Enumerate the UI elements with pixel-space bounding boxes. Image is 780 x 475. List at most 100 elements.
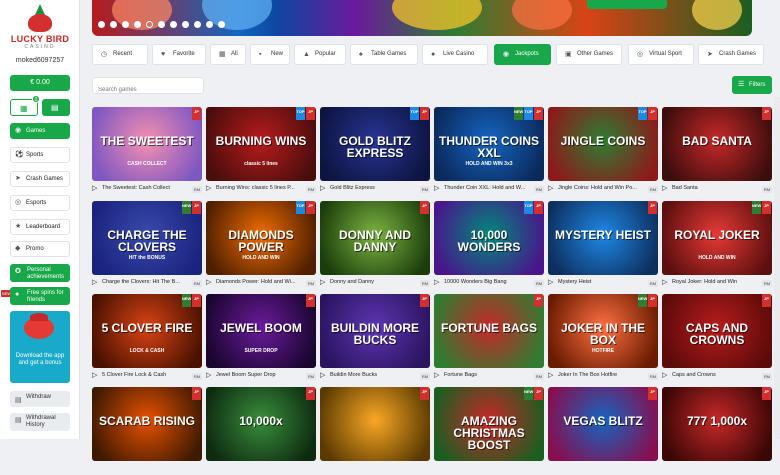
game-name[interactable]: ▷ Thunder Coin XXL: Hold and W...	[434, 183, 544, 194]
game-thumbnail[interactable]: VEGAS BLITZ JP	[548, 387, 658, 461]
game-thumbnail[interactable]: SCARAB RISING JP	[92, 387, 202, 461]
game-name[interactable]: ▷ 5 Clover Fire Lock & Cash	[92, 370, 202, 381]
tab-recent[interactable]: ◷ Recent	[92, 44, 148, 65]
game-name[interactable]: ▷ Bad Santa	[662, 183, 772, 194]
game-name[interactable]: ▷ Jingle Coins: Hold and Win Po...	[548, 183, 658, 194]
game-thumbnail[interactable]: JEWEL BOOM SUPER DROP JP	[206, 294, 316, 368]
game-card[interactable]: MYSTERY HEIST JP ▷ Mystery Heist RM	[548, 201, 658, 289]
game-thumbnail[interactable]: GOLD BLITZ EXPRESS JP TOP	[320, 107, 430, 181]
game-name[interactable]: ▷ Burning Wins: classic 5 lines P...	[206, 183, 316, 194]
tab-other-games[interactable]: ▣ Other Games	[556, 44, 622, 65]
download-app-banner[interactable]: Download the app and get a bonus	[10, 311, 70, 383]
game-card[interactable]: GOLD BLITZ EXPRESS JP TOP ▷ Gold Blitz Expre…	[320, 107, 430, 195]
sidebar-item-promo[interactable]: ◆ Promo	[10, 241, 70, 257]
game-card[interactable]: BUILDIN MORE BUCKS JP ▷ Buildin More Bucks R…	[320, 294, 430, 382]
withdrawal-history-button[interactable]: ▤ Withdrawal History	[10, 413, 70, 431]
game-card[interactable]: DONNY AND DANNY JP ▷ Donny and Danny RM	[320, 201, 430, 289]
game-thumbnail[interactable]: JOKER IN THE BOX HOTFIRE JP NEW	[548, 294, 658, 368]
banner-cta-button[interactable]	[587, 0, 667, 9]
game-thumbnail[interactable]: CHARGE THE CLOVERS HIT the BONUS JP NEW	[92, 201, 202, 275]
game-name[interactable]: ▷ Fortune Bags	[434, 370, 544, 381]
game-name[interactable]: ▷ 10000 Wonders Big Bang	[434, 277, 544, 288]
tab-all[interactable]: ▦ All	[210, 44, 246, 65]
game-thumbnail[interactable]: BUILDIN MORE BUCKS JP	[320, 294, 430, 368]
game-thumbnail[interactable]: THE SWEETEST CASH COLLECT JP	[92, 107, 202, 181]
withdraw-button[interactable]: ▤ Withdraw	[10, 391, 70, 407]
game-name[interactable]: ▷ Charge the Clovers: Hit The B...	[92, 277, 202, 288]
filters-button[interactable]: ☰ Filters	[732, 76, 772, 94]
tab-virtual-sport[interactable]: ◎ Virtual Sport	[628, 44, 694, 65]
game-name[interactable]: ▷ Jewel Boom Super Drop	[206, 370, 316, 381]
game-card[interactable]: THUNDER COINS XXL HOLD AND WIN 3x3 JP TOP NE…	[434, 107, 544, 195]
tab-table-games[interactable]: ♠ Table Games	[350, 44, 418, 65]
game-card[interactable]: THE SWEETEST CASH COLLECT JP ▷ The Sweetest:…	[92, 107, 202, 195]
game-card[interactable]: FORTUNE BAGS JP ▷ Fortune Bags RM	[434, 294, 544, 382]
game-card[interactable]: AMAZING CHRISTMAS BOOST JP NEW	[434, 387, 544, 475]
sidebar-item-leaderboard[interactable]: ★ Leaderboard	[10, 219, 70, 235]
sidebar-item-achievements[interactable]: ✪ Personal achievements	[10, 264, 70, 282]
logo[interactable]: LUCKY BIRD CASINO	[8, 4, 72, 50]
deposit-button[interactable]: ▤	[42, 99, 70, 116]
carousel-dot[interactable]	[170, 21, 177, 28]
game-card[interactable]: ROYAL JOKER HOLD AND WIN JP NEW ▷ Royal Joker…	[662, 201, 772, 289]
game-name[interactable]: ▷ Diamonds Power: Hold and Wi...	[206, 277, 316, 288]
game-thumbnail[interactable]: DIAMONDS POWER HOLD AND WIN JP TOP	[206, 201, 316, 275]
carousel-dot[interactable]	[218, 21, 225, 28]
game-name[interactable]: ▷ Gold Blitz Express	[320, 183, 430, 194]
carousel-dot[interactable]	[134, 21, 141, 28]
carousel-dot-active[interactable]	[146, 21, 153, 28]
carousel-dot[interactable]	[98, 21, 105, 28]
game-card[interactable]: BURNING WINS classic 5 lines JP TOP ▷ Burning…	[206, 107, 316, 195]
game-thumbnail[interactable]: 10,000 WONDERS JP TOP	[434, 201, 544, 275]
game-card[interactable]: DIAMONDS POWER HOLD AND WIN JP TOP ▷ Diamonds…	[206, 201, 316, 289]
tab-jackpots[interactable]: ◉ Jackpots	[494, 44, 551, 65]
game-thumbnail[interactable]: DONNY AND DANNY JP	[320, 201, 430, 275]
game-thumbnail[interactable]: CAPS AND CROWNS JP	[662, 294, 772, 368]
sidebar-item-esports[interactable]: ◎ Esports	[10, 195, 70, 211]
game-thumbnail[interactable]: AMAZING CHRISTMAS BOOST JP NEW	[434, 387, 544, 461]
balance-button[interactable]: € 0.00	[10, 75, 70, 91]
sidebar-item-sports[interactable]: ⚽ Sports	[10, 147, 70, 163]
carousel-dot[interactable]	[194, 21, 201, 28]
game-card[interactable]: CHARGE THE CLOVERS HIT the BONUS JP NEW ▷ Cha…	[92, 201, 202, 289]
game-name[interactable]: ▷ Royal Joker: Hold and Win	[662, 277, 772, 288]
tab-crash-games[interactable]: ➤ Crash Games	[698, 44, 764, 65]
game-thumbnail[interactable]: 10,000x JP	[206, 387, 316, 461]
game-card[interactable]: JOKER IN THE BOX HOTFIRE JP NEW ▷ Joker In Th…	[548, 294, 658, 382]
sidebar-item-crash-games[interactable]: ➤ Crash Games	[10, 171, 70, 187]
game-name[interactable]: ▷ Donny and Danny	[320, 277, 430, 288]
tab-favorite[interactable]: ♥ Favorite	[152, 44, 206, 65]
game-thumbnail[interactable]: THUNDER COINS XXL HOLD AND WIN 3x3 JP TOP NE…	[434, 107, 544, 181]
game-name[interactable]: ▷ Buildin More Bucks	[320, 370, 430, 381]
game-card[interactable]: 5 CLOVER FIRE LOCK & CASH JP NEW ▷ 5 Clover F…	[92, 294, 202, 382]
game-thumbnail[interactable]: FORTUNE BAGS JP	[434, 294, 544, 368]
search-input[interactable]	[93, 82, 203, 98]
carousel-dot[interactable]	[110, 21, 117, 28]
game-card[interactable]: 10,000 WONDERS JP TOP ▷ 10000 Wonders Big Ba…	[434, 201, 544, 289]
game-thumbnail[interactable]: 5 CLOVER FIRE LOCK & CASH JP NEW	[92, 294, 202, 368]
gift-button[interactable]: ▦ 0	[10, 95, 40, 116]
game-thumbnail[interactable]: JP	[320, 387, 430, 461]
game-thumbnail[interactable]: BAD SANTA JP	[662, 107, 772, 181]
game-card[interactable]: CAPS AND CROWNS JP ▷ Caps and Crowns RM	[662, 294, 772, 382]
carousel-dot[interactable]	[206, 21, 213, 28]
tab-live-casino[interactable]: ● Live Casino	[422, 44, 488, 65]
game-name[interactable]: ▷ Caps and Crowns	[662, 370, 772, 381]
tab-new[interactable]: ▪ New	[250, 44, 290, 65]
game-card[interactable]: JP	[320, 387, 430, 475]
game-thumbnail[interactable]: MYSTERY HEIST JP	[548, 201, 658, 275]
game-card[interactable]: 777 1,000x JP	[662, 387, 772, 475]
game-thumbnail[interactable]: ROYAL JOKER HOLD AND WIN JP NEW	[662, 201, 772, 275]
game-card[interactable]: JEWEL BOOM SUPER DROP JP ▷ Jewel Boom Super …	[206, 294, 316, 382]
game-thumbnail[interactable]: JINGLE COINS JP TOP	[548, 107, 658, 181]
hero-banner[interactable]	[92, 0, 752, 36]
game-card[interactable]: VEGAS BLITZ JP	[548, 387, 658, 475]
game-card[interactable]: JINGLE COINS JP TOP ▷ Jingle Coins: Hold and…	[548, 107, 658, 195]
game-card[interactable]: BAD SANTA JP ▷ Bad Santa RM	[662, 107, 772, 195]
game-name[interactable]: ▷ Mystery Heist	[548, 277, 658, 288]
carousel-dot[interactable]	[182, 21, 189, 28]
sidebar-item-games[interactable]: ◉ Games	[10, 123, 70, 139]
game-thumbnail[interactable]: 777 1,000x JP	[662, 387, 772, 461]
carousel-dot[interactable]	[122, 21, 129, 28]
game-name[interactable]: ▷ Joker In The Box Hotfire	[548, 370, 658, 381]
